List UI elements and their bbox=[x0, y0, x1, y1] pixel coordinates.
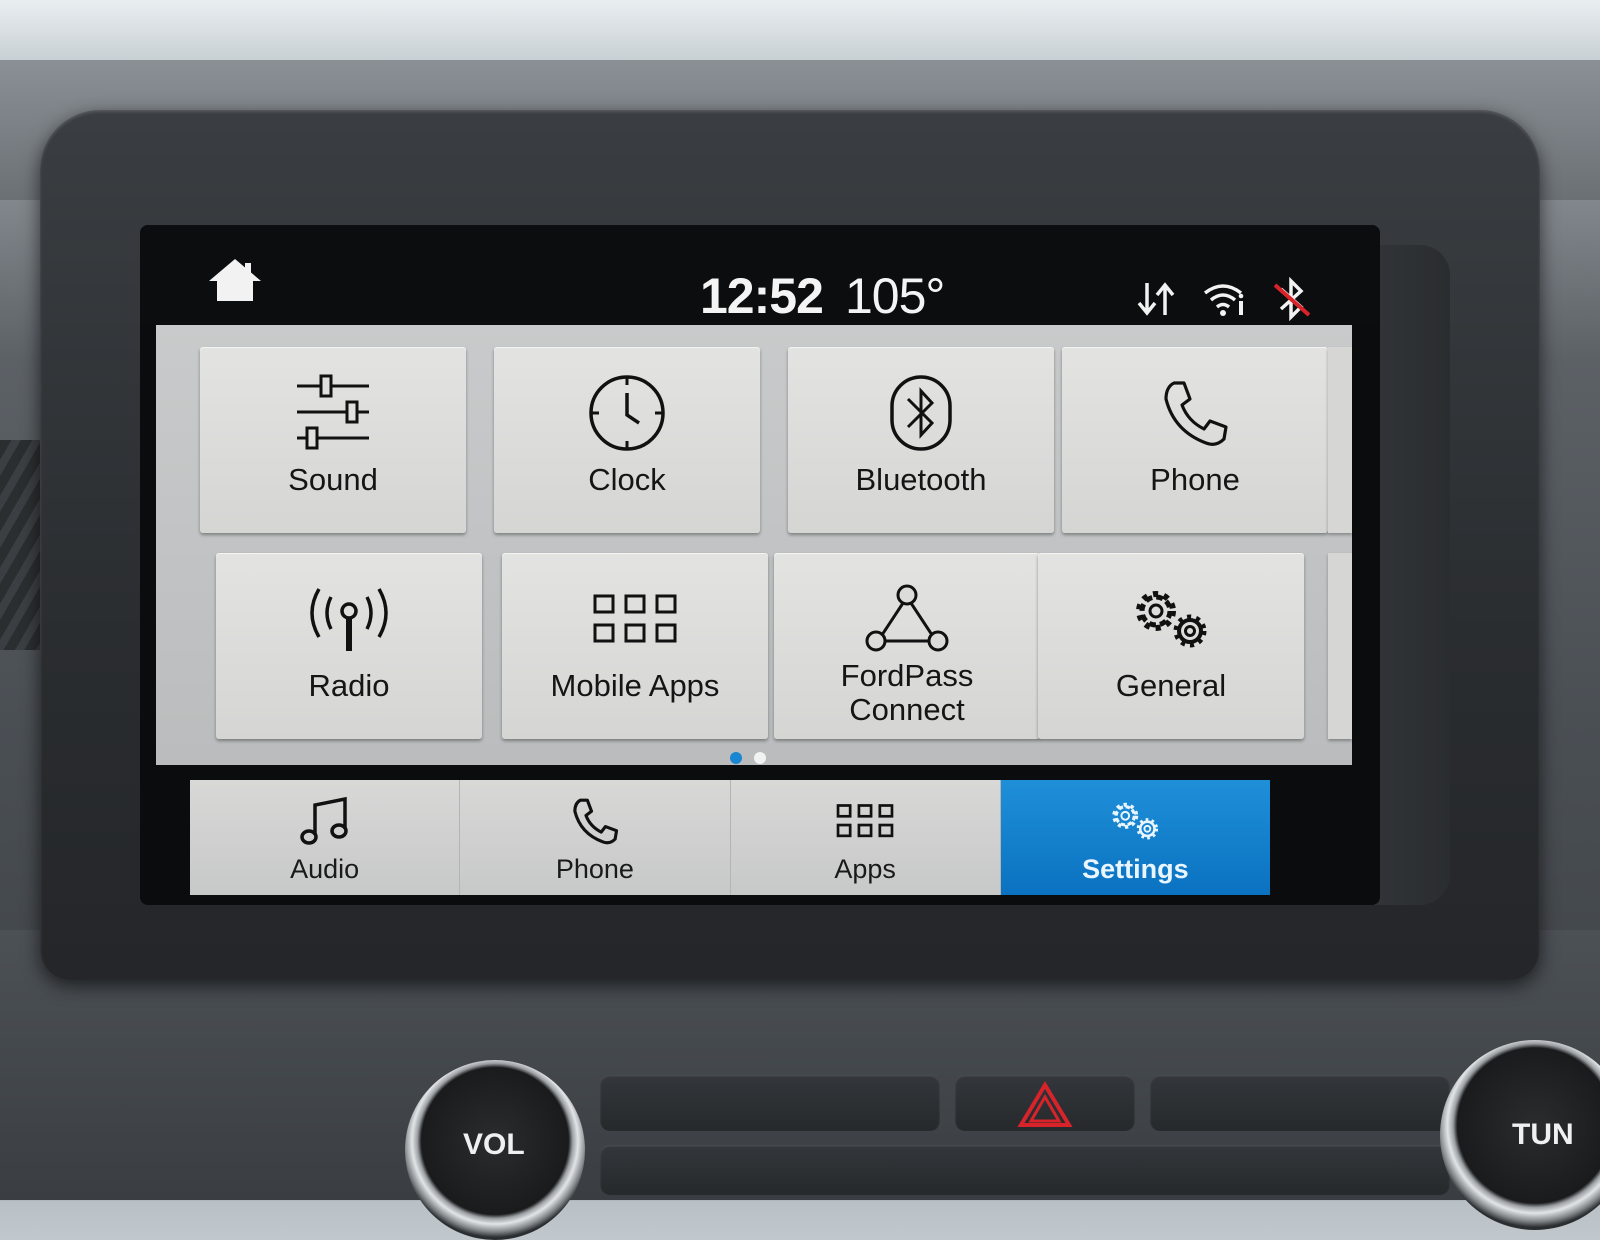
fordpass-connect-tile[interactable]: FordPass Connect bbox=[774, 553, 1040, 739]
sound-tile[interactable]: Sound bbox=[200, 347, 466, 533]
nav-settings-label: Settings bbox=[1082, 854, 1189, 884]
general-tile[interactable]: General bbox=[1038, 553, 1304, 739]
home-icon[interactable] bbox=[205, 255, 265, 305]
nav-phone[interactable]: Phone bbox=[460, 780, 731, 895]
sound-label: Sound bbox=[288, 462, 378, 497]
general-label: General bbox=[1115, 668, 1227, 703]
nav-settings[interactable]: Settings bbox=[1000, 780, 1270, 895]
page-indicator bbox=[730, 752, 766, 764]
panel-button-left[interactable] bbox=[600, 1075, 940, 1131]
bottom-nav: Audio Phone Apps Settings bbox=[190, 780, 1270, 895]
phone-icon bbox=[1160, 367, 1230, 459]
nav-audio[interactable]: Audio bbox=[190, 780, 461, 895]
music-note-icon bbox=[297, 794, 353, 848]
radio-tile[interactable]: Radio bbox=[216, 553, 482, 739]
volume-knob[interactable]: VOL bbox=[405, 1060, 585, 1240]
clock-time: 12:52 bbox=[700, 268, 824, 324]
next-page-tile-peek bbox=[1328, 553, 1352, 739]
bluetooth-tile[interactable]: Bluetooth bbox=[788, 347, 1054, 533]
mobile-apps-tile[interactable]: Mobile Apps bbox=[502, 553, 768, 739]
antenna-icon bbox=[299, 573, 399, 665]
next-page-tile-peek bbox=[1328, 347, 1352, 533]
bluetooth-icon bbox=[888, 367, 954, 459]
status-icons bbox=[1135, 277, 1315, 321]
clock-icon bbox=[585, 367, 669, 459]
page-dot-inactive[interactable] bbox=[754, 752, 766, 764]
settings-grid: Sound Clock Bluetooth Phone Radio Mobile… bbox=[156, 325, 1352, 765]
infotainment-screen: 12:52 105° Sound Clock Bluetooth Phone R… bbox=[140, 225, 1380, 905]
phone-tile[interactable]: Phone bbox=[1062, 347, 1328, 533]
data-transfer-icon bbox=[1135, 279, 1179, 319]
clock-label: Clock bbox=[588, 462, 666, 497]
sliders-icon bbox=[293, 367, 373, 459]
hazard-button[interactable] bbox=[955, 1075, 1135, 1131]
clock-tile[interactable]: Clock bbox=[494, 347, 760, 533]
network-triangle-icon bbox=[864, 573, 950, 665]
radio-label: Radio bbox=[308, 668, 390, 703]
bluetooth-label: Bluetooth bbox=[855, 462, 987, 497]
tune-knob-label: TUN bbox=[1512, 1118, 1574, 1151]
outside-temperature: 105° bbox=[845, 268, 945, 324]
fordpass-connect-label-line1: FordPass bbox=[840, 658, 974, 693]
nav-apps[interactable]: Apps bbox=[731, 780, 1001, 895]
physical-controls bbox=[560, 1065, 1460, 1200]
app-grid-icon bbox=[592, 573, 678, 665]
nav-phone-label: Phone bbox=[555, 854, 634, 884]
page-dot-active[interactable] bbox=[730, 752, 742, 764]
panel-button-right[interactable] bbox=[1150, 1075, 1450, 1131]
bluetooth-disabled-icon bbox=[1269, 277, 1315, 321]
hazard-icon bbox=[1017, 1081, 1073, 1127]
phone-label: Phone bbox=[1150, 462, 1240, 497]
volume-knob-label: VOL bbox=[463, 1128, 525, 1161]
app-grid-icon bbox=[836, 794, 894, 848]
gears-icon bbox=[1126, 573, 1216, 665]
status-bar: 12:52 105° bbox=[140, 225, 1380, 325]
panel-button-row[interactable] bbox=[600, 1145, 1450, 1195]
gears-icon bbox=[1105, 794, 1165, 848]
phone-icon bbox=[570, 794, 620, 848]
wifi-info-icon bbox=[1201, 279, 1247, 319]
mobile-apps-label: Mobile Apps bbox=[550, 668, 720, 703]
nav-apps-label: Apps bbox=[834, 854, 896, 884]
nav-audio-label: Audio bbox=[290, 854, 360, 884]
fordpass-connect-label: FordPass Connect bbox=[841, 659, 974, 727]
fordpass-connect-label-line2: Connect bbox=[849, 692, 965, 727]
